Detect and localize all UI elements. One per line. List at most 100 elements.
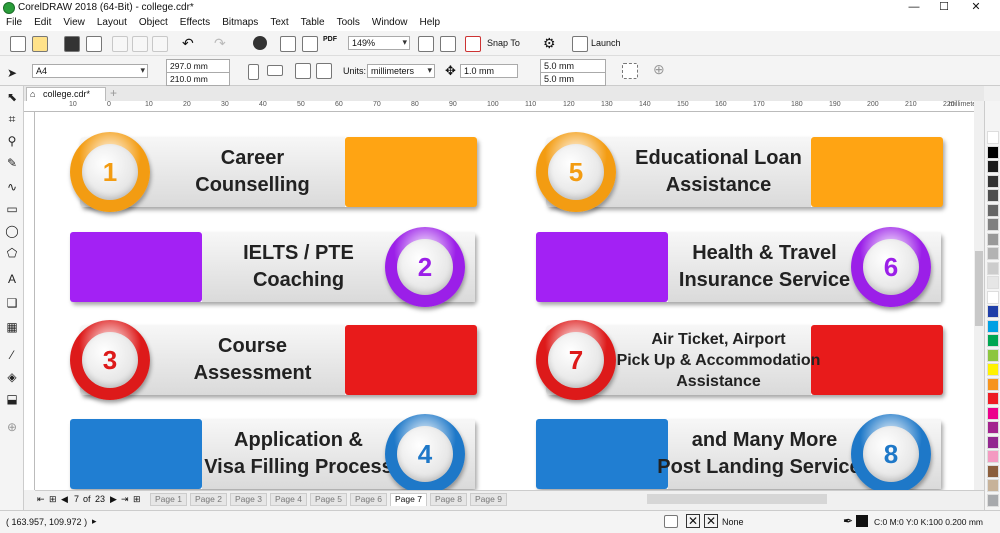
copy-icon[interactable] bbox=[132, 36, 148, 52]
color-swatch[interactable] bbox=[987, 218, 999, 231]
vertical-scroll-thumb[interactable] bbox=[975, 251, 983, 326]
publish-pdf-icon[interactable]: PDF bbox=[323, 36, 337, 43]
pick-tool-icon[interactable]: ➤ bbox=[5, 66, 19, 80]
duplicate-x-field[interactable]: 5.0 mm bbox=[540, 59, 606, 73]
treat-as-filled-icon[interactable] bbox=[622, 63, 638, 79]
color-swatch[interactable] bbox=[987, 319, 999, 333]
color-swatch[interactable] bbox=[987, 160, 999, 173]
freehand-tool-icon[interactable]: ✎ bbox=[5, 156, 19, 170]
add-page-after-icon[interactable]: ⊞ bbox=[133, 494, 141, 505]
menu-object[interactable]: Object bbox=[133, 16, 174, 31]
horizontal-scroll-thumb[interactable] bbox=[647, 494, 827, 504]
snap-to-icon[interactable] bbox=[465, 36, 481, 52]
color-swatch[interactable] bbox=[987, 131, 999, 144]
ellipse-tool-icon[interactable]: ◯ bbox=[5, 224, 19, 238]
all-pages-icon[interactable] bbox=[295, 63, 311, 79]
page-tab[interactable]: Page 6 bbox=[350, 493, 387, 506]
new-tab-icon[interactable]: + bbox=[110, 86, 117, 100]
page-tab[interactable]: Page 8 bbox=[430, 493, 467, 506]
color-swatch[interactable] bbox=[987, 363, 999, 376]
crop-tool-icon[interactable]: ⌗ bbox=[5, 112, 19, 126]
redo-icon[interactable]: ↷ bbox=[214, 35, 226, 52]
menu-table[interactable]: Table bbox=[295, 16, 331, 31]
color-swatch[interactable] bbox=[987, 174, 999, 188]
service-card-3[interactable]: Course Assessment 3 bbox=[70, 320, 477, 400]
color-swatch[interactable] bbox=[987, 305, 999, 318]
color-swatch[interactable] bbox=[987, 479, 999, 492]
transparency-tool-icon[interactable]: ▦ bbox=[5, 320, 19, 334]
service-card-1[interactable]: Career Counselling 1 bbox=[70, 132, 477, 212]
save-icon[interactable] bbox=[64, 36, 80, 52]
color-swatch[interactable] bbox=[987, 203, 999, 217]
color-swatch[interactable] bbox=[987, 421, 999, 434]
service-card-4[interactable]: Application & Visa Filling Process 4 bbox=[70, 414, 475, 494]
outline-color-swatch[interactable] bbox=[856, 515, 868, 527]
drawing-canvas[interactable]: Career Counselling 1 IELTS / PTE Coaching 2 Co… bbox=[35, 112, 974, 494]
zoom-level-select[interactable]: 149% bbox=[348, 36, 410, 50]
duplicate-y-field[interactable]: 5.0 mm bbox=[540, 72, 606, 86]
prev-page-icon[interactable]: ◀ bbox=[61, 494, 68, 505]
menu-layout[interactable]: Layout bbox=[91, 16, 133, 31]
search-content-icon[interactable] bbox=[253, 36, 267, 50]
full-screen-icon[interactable] bbox=[418, 36, 434, 52]
smart-fill-tool-icon[interactable]: ⬓ bbox=[5, 392, 19, 406]
cut-icon[interactable] bbox=[112, 36, 128, 52]
page-tab[interactable]: Page 9 bbox=[470, 493, 507, 506]
page-tab[interactable]: Page 1 bbox=[150, 493, 187, 506]
open-folder-icon[interactable] bbox=[32, 36, 48, 52]
maximize-button[interactable]: ☐ bbox=[930, 0, 958, 16]
menu-view[interactable]: View bbox=[57, 16, 91, 31]
color-swatch[interactable] bbox=[987, 290, 999, 304]
units-select[interactable]: millimeters bbox=[367, 64, 435, 78]
color-swatch[interactable] bbox=[987, 145, 999, 159]
page-tab[interactable]: Page 4 bbox=[270, 493, 307, 506]
menu-window[interactable]: Window bbox=[366, 16, 414, 31]
page-width-field[interactable]: 297.0 mm bbox=[166, 59, 230, 73]
paste-icon[interactable] bbox=[152, 36, 168, 52]
color-swatch[interactable] bbox=[987, 435, 999, 449]
service-card-5[interactable]: Educational Loan Assistance 5 bbox=[536, 132, 943, 212]
service-card-2[interactable]: IELTS / PTE Coaching 2 bbox=[70, 227, 475, 307]
fill-indicator-icon[interactable] bbox=[664, 515, 678, 528]
page-tab[interactable]: Page 3 bbox=[230, 493, 267, 506]
options-gear-icon[interactable]: ⚙ bbox=[543, 35, 556, 52]
page-tab[interactable]: Page 7 bbox=[390, 493, 427, 506]
print-icon[interactable] bbox=[86, 36, 102, 52]
color-swatch[interactable] bbox=[987, 348, 999, 362]
menu-text[interactable]: Text bbox=[264, 16, 294, 31]
color-swatch[interactable] bbox=[987, 392, 999, 405]
color-swatch[interactable] bbox=[987, 464, 999, 478]
export-icon[interactable] bbox=[302, 36, 318, 52]
color-swatch[interactable] bbox=[987, 334, 999, 347]
status-expand-icon[interactable]: ▸ bbox=[92, 516, 97, 527]
outline-pen-icon[interactable]: ✒ bbox=[843, 514, 853, 528]
page-tab[interactable]: Page 2 bbox=[190, 493, 227, 506]
last-page-icon[interactable]: ⇥ bbox=[121, 494, 129, 505]
eyedropper-tool-icon[interactable]: ⁄ bbox=[5, 348, 19, 362]
add-tool-icon[interactable]: ⊕ bbox=[5, 420, 19, 434]
artistic-media-tool-icon[interactable]: ∿ bbox=[5, 180, 19, 194]
menu-help[interactable]: Help bbox=[414, 16, 447, 31]
snap-to-dropdown[interactable]: Snap To bbox=[487, 38, 520, 48]
vertical-ruler[interactable] bbox=[24, 112, 35, 490]
import-icon[interactable] bbox=[280, 36, 296, 52]
page-height-field[interactable]: 210.0 mm bbox=[166, 72, 230, 86]
new-document-icon[interactable] bbox=[10, 36, 26, 52]
first-page-icon[interactable]: ⇤ bbox=[37, 494, 45, 505]
add-page-before-icon[interactable]: ⊞ bbox=[49, 494, 57, 505]
menu-file[interactable]: File bbox=[0, 16, 28, 31]
current-page-icon[interactable] bbox=[316, 63, 332, 79]
launch-icon[interactable] bbox=[572, 36, 588, 52]
service-card-8[interactable]: and Many More Post Landing Services 8 bbox=[536, 414, 941, 494]
page-tab[interactable]: Page 5 bbox=[310, 493, 347, 506]
add-preset-icon[interactable]: ⊕ bbox=[653, 61, 665, 78]
document-tab[interactable]: ⌂ college.cdr* bbox=[26, 87, 106, 101]
color-swatch[interactable] bbox=[987, 276, 999, 289]
nudge-distance-field[interactable]: 1.0 mm bbox=[460, 64, 518, 78]
horizontal-ruler[interactable]: 10 0 10 20 30 40 50 60 70 80 90 100 110 120 130 140 150 1… bbox=[24, 101, 984, 112]
color-swatch[interactable] bbox=[987, 261, 999, 275]
portrait-icon[interactable] bbox=[248, 64, 259, 80]
minimize-button[interactable]: — bbox=[900, 0, 928, 16]
service-card-6[interactable]: Health & Travel Insurance Service 6 bbox=[536, 227, 941, 307]
launch-dropdown[interactable]: Launch bbox=[591, 38, 621, 48]
